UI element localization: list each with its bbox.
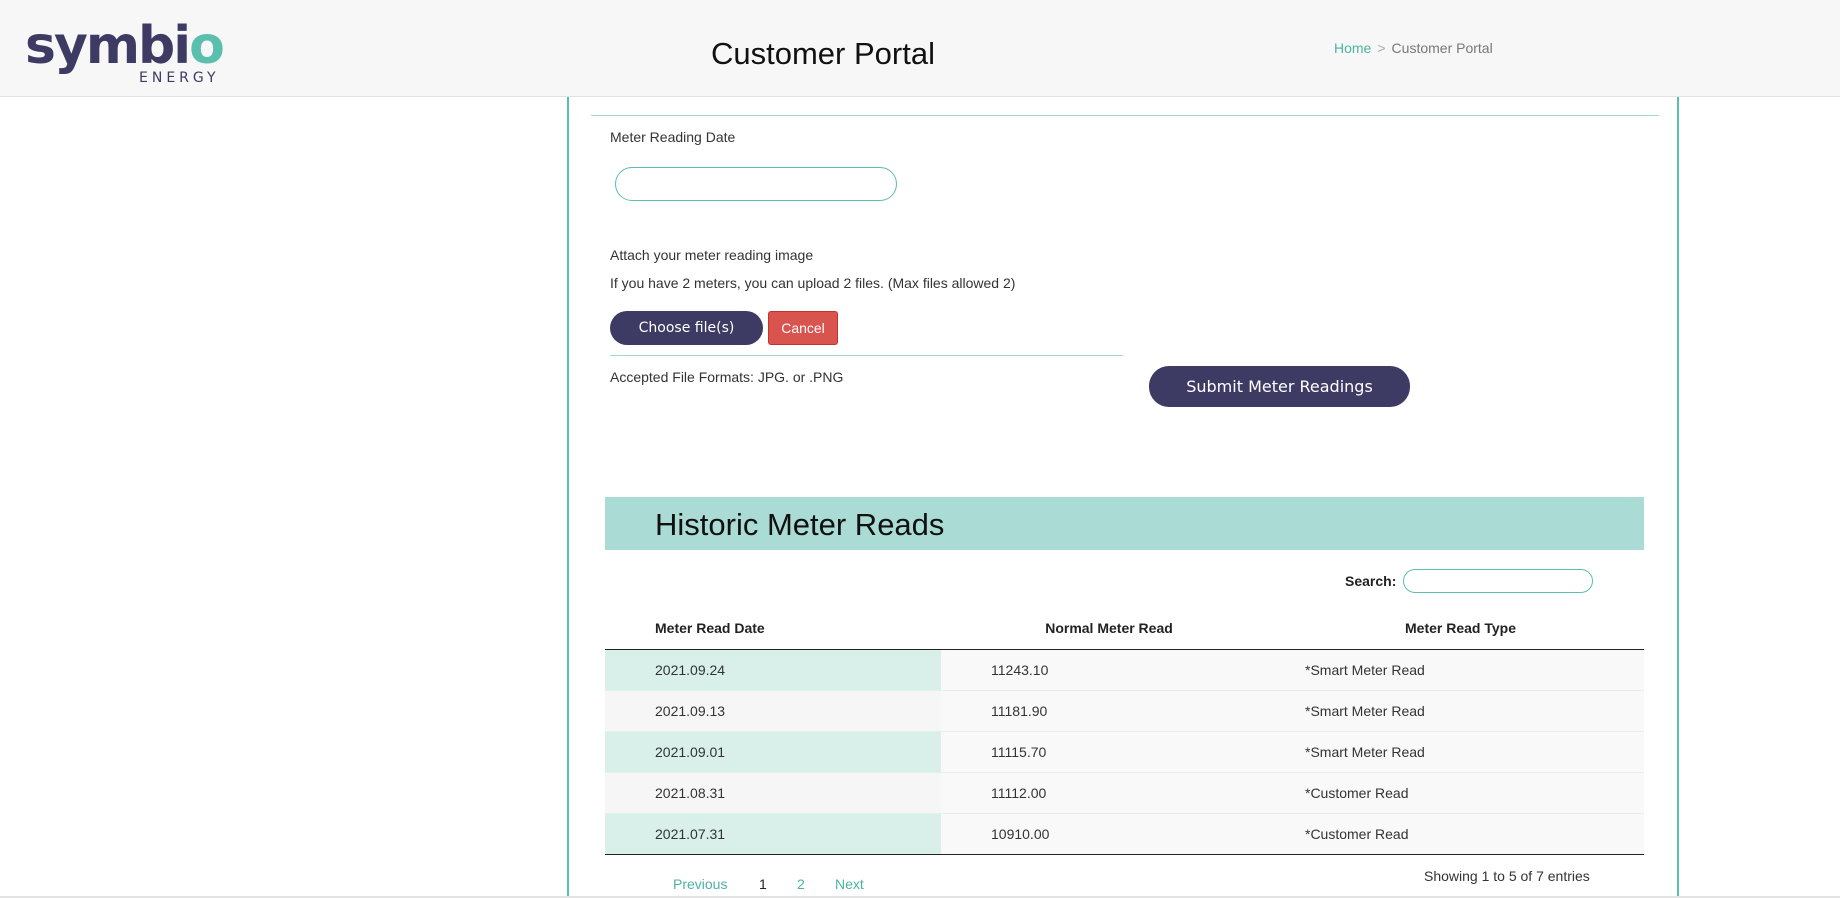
cell-date: 2021.08.31 [605,771,941,813]
breadcrumb-home-link[interactable]: Home [1334,40,1371,56]
cell-type: *Smart Meter Read [1277,689,1644,731]
cell-reading: 11181.90 [941,689,1277,731]
cell-type: *Smart Meter Read [1277,730,1644,772]
cell-reading: 11115.70 [941,730,1277,772]
cell-type: *Customer Read [1277,812,1644,855]
table-row: 2021.09.01 11115.70 *Smart Meter Read [605,730,1644,772]
meter-reading-date-input[interactable] [615,167,897,201]
accepted-formats-text: Accepted File Formats: JPG. or .PNG [610,369,844,385]
entries-info: Showing 1 to 5 of 7 entries [1424,868,1590,884]
attach-image-label: Attach your meter reading image [610,247,814,263]
cell-date: 2021.09.24 [605,648,941,690]
column-header-meter-read-date[interactable]: Meter Read Date [605,607,941,650]
breadcrumb: Home > Customer Portal [1334,40,1493,56]
content-panel: Meter Reading Date Attach your meter rea… [567,97,1679,898]
historic-reads-banner: Historic Meter Reads [605,497,1644,550]
table-row: 2021.09.24 11243.10 *Smart Meter Read [605,648,1644,690]
cancel-upload-button[interactable]: Cancel [768,311,838,345]
pagination-next[interactable]: Next [835,876,864,892]
meter-reads-table: Meter Read Date Normal Meter Read Meter … [605,607,1644,855]
table-row: 2021.08.31 11112.00 *Customer Read [605,771,1644,813]
cell-type: *Customer Read [1277,771,1644,813]
logo-wordmark: symbio [25,16,225,76]
submit-meter-readings-button[interactable]: Submit Meter Readings [1149,366,1410,407]
pagination-page-1[interactable]: 1 [759,876,767,892]
page-title: Customer Portal [711,36,935,71]
cell-date: 2021.07.31 [605,812,941,855]
table-header-row: Meter Read Date Normal Meter Read Meter … [605,607,1644,650]
cell-date: 2021.09.01 [605,730,941,772]
pagination-previous[interactable]: Previous [673,876,727,892]
breadcrumb-current: Customer Portal [1391,40,1493,56]
column-header-meter-read-type[interactable]: Meter Read Type [1277,607,1644,650]
cell-reading: 10910.00 [941,812,1277,855]
site-header: symbio ENERGY Customer Portal Home > Custo… [0,0,1840,97]
cell-date: 2021.09.13 [605,689,941,731]
pagination-page-2[interactable]: 2 [797,876,805,892]
search-label: Search: [1345,573,1397,589]
logo-subtitle: ENERGY [139,70,220,86]
cell-type: *Smart Meter Read [1277,648,1644,690]
file-divider [610,355,1123,356]
cell-reading: 11112.00 [941,771,1277,813]
choose-files-button[interactable]: Choose file(s) [610,311,763,345]
divider [591,115,1659,116]
meter-reading-date-label: Meter Reading Date [610,129,736,145]
breadcrumb-separator: > [1377,40,1386,56]
historic-reads-title: Historic Meter Reads [655,507,945,542]
table-row: 2021.07.31 10910.00 *Customer Read [605,812,1644,855]
cell-reading: 11243.10 [941,648,1277,690]
column-header-normal-meter-read[interactable]: Normal Meter Read [941,607,1277,650]
table-row: 2021.09.13 11181.90 *Smart Meter Read [605,689,1644,731]
search-input[interactable] [1403,569,1593,593]
upload-hint-text: If you have 2 meters, you can upload 2 f… [610,275,1016,291]
symbio-energy-logo[interactable]: symbio ENERGY [25,18,225,88]
